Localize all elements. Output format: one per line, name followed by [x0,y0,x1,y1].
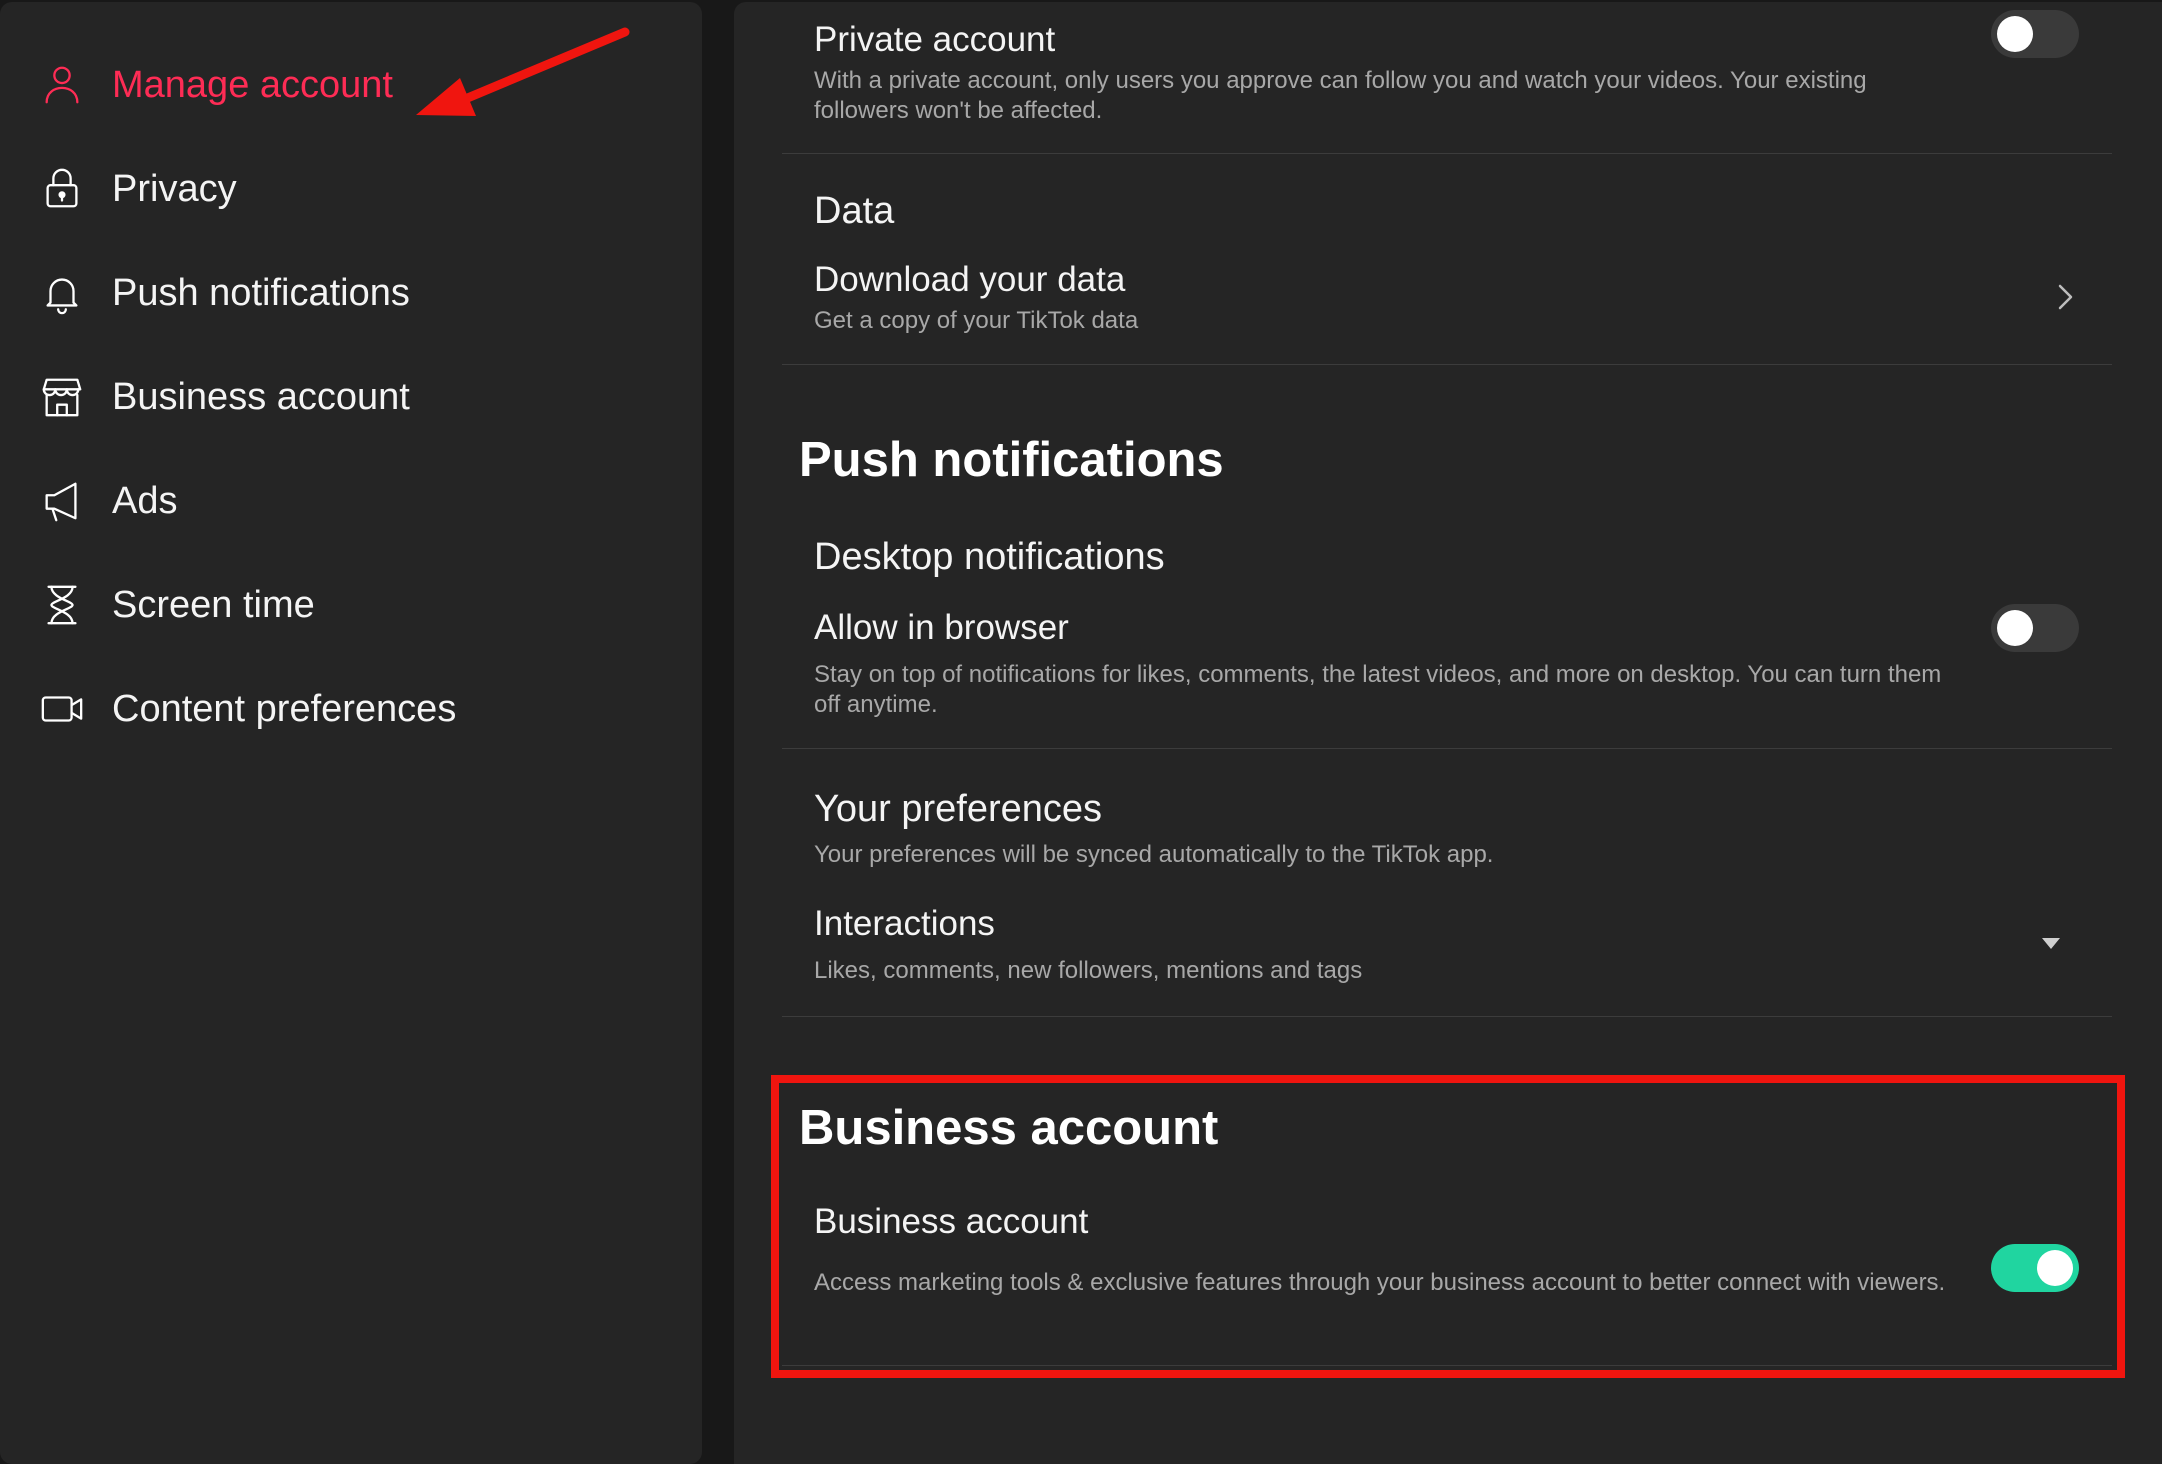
chevron-right-icon[interactable] [2050,282,2080,312]
sidebar-item-label: Screen time [112,583,315,626]
sidebar-item-screen-time[interactable]: Screen time [38,570,315,640]
private-account-description: With a private account, only users you a… [814,67,1867,124]
data-group-title: Data [814,190,895,232]
private-account-row: Private account With a private account, … [814,20,2082,126]
megaphone-icon [38,477,86,525]
sidebar-item-business-account[interactable]: Business account [38,362,410,432]
sidebar-item-privacy[interactable]: Privacy [38,154,237,224]
lock-icon [38,165,86,213]
interactions-title: Interactions [814,904,995,943]
sidebar-item-push-notifications[interactable]: Push notifications [38,258,410,328]
divider [782,748,2112,749]
hourglass-icon [38,581,86,629]
sidebar-item-manage-account[interactable]: Manage account [38,50,393,120]
divider [782,1016,2112,1017]
sidebar-item-label: Content preferences [112,687,457,730]
desktop-notifications-title: Desktop notifications [814,536,1165,578]
allow-in-browser-row: Allow in browser Stay on top of notifica… [814,608,2082,720]
allow-in-browser-toggle[interactable] [1991,604,2079,652]
annotation-highlight-box [771,1075,2125,1378]
download-data-title: Download your data [814,260,1126,299]
bell-icon [38,269,86,317]
allow-in-browser-description: Stay on top of notifications for likes, … [814,661,1942,718]
divider [782,153,2112,154]
chevron-down-icon[interactable] [2042,938,2060,949]
divider [782,364,2112,365]
your-preferences-title: Your preferences [814,788,1103,830]
sidebar-item-label: Manage account [112,63,393,106]
push-notifications-section-title: Push notifications [799,433,1224,487]
sidebar-item-label: Push notifications [112,271,410,314]
annotation-arrow [416,27,630,116]
interactions-description: Likes, comments, new followers, mentions… [814,957,1363,984]
sidebar-item-label: Ads [112,479,178,522]
video-camera-icon [38,685,86,733]
storefront-icon [38,373,86,421]
your-preferences-description: Your preferences will be synced automati… [814,841,1494,868]
sidebar-item-label: Business account [112,375,410,418]
download-data-description: Get a copy of your TikTok data [814,307,1139,334]
private-account-title: Private account [814,20,1056,59]
toggle-knob [1997,16,2033,52]
person-icon [38,61,86,109]
sidebar-item-ads[interactable]: Ads [38,466,177,536]
private-account-toggle[interactable] [1991,10,2079,58]
settings-sidebar: Manage account Privacy Push notification… [0,2,702,1464]
interactions-row[interactable]: Interactions Likes, comments, new follow… [814,904,2082,986]
sidebar-item-label: Privacy [112,167,237,210]
download-data-row[interactable]: Download your data Get a copy of your Ti… [814,260,2082,336]
sidebar-item-content-preferences[interactable]: Content preferences [38,674,456,744]
toggle-knob [1997,610,2033,646]
allow-in-browser-title: Allow in browser [814,608,1069,647]
